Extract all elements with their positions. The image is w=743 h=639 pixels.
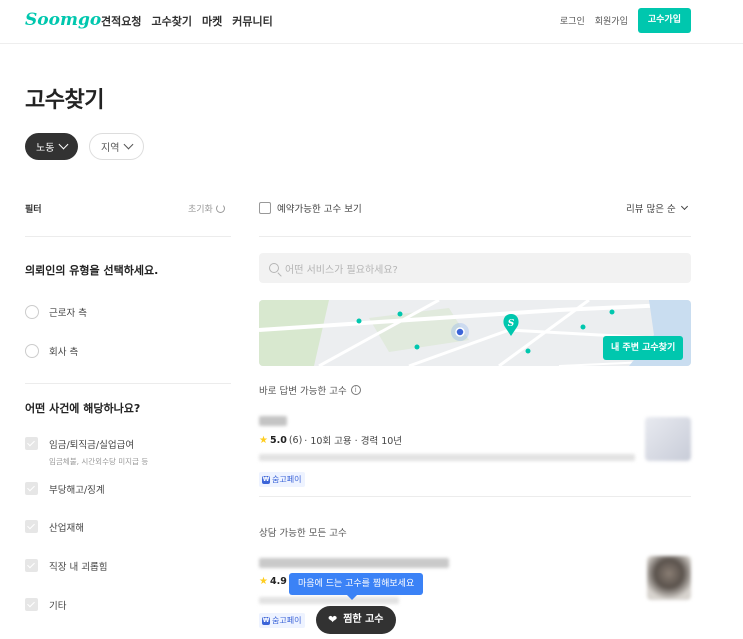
checkbox-label: 산업재해 [49,523,84,534]
category-chip-label: 노동 [36,143,55,154]
region-chip[interactable]: 지역 [89,133,145,160]
soomgo-logo[interactable]: Soomgo [25,10,101,30]
chevron-down-icon [58,139,69,150]
client-type-title: 의뢰인의 유형을 선택하세요. [25,264,159,277]
heart-icon: ❤ [328,613,338,626]
case-type-title: 어떤 사건에 해당하나요? [25,402,141,415]
divider [259,236,691,237]
pro-description-blurred [259,597,399,604]
category-chip[interactable]: 노동 [25,133,79,160]
refresh-icon [215,204,225,213]
checkbox[interactable] [259,202,271,214]
checkbox-label: 기타 [49,601,67,612]
checkbox[interactable] [25,598,38,611]
checkbox-label: 부당해고/징계 [49,485,105,496]
nav-community[interactable]: 커뮤니티 [232,13,272,29]
checkbox[interactable] [25,437,38,450]
search-placeholder: 어떤 서비스가 필요하세요? [285,264,398,276]
rating-value: 5.0 [269,434,287,446]
rating-value: 4.9 [269,576,287,587]
radio-label: 근로자 측 [49,308,87,319]
nav-market[interactable]: 마켓 [202,13,222,29]
quick-reply-label: 바로 답변 가능한 고수 i [259,383,361,397]
quick-reply-text: 바로 답변 가능한 고수 [259,386,347,397]
chevron-down-icon [680,202,688,211]
checkbox-text: 임금/퇴직금/실업급여 임금체불, 시간외수당 미지급 등 [49,437,148,467]
radio-company[interactable]: 회사 측 [25,344,78,358]
divider [259,496,691,497]
pro-signup-button[interactable]: 고수가입 [637,8,691,33]
pay-icon: ₩ [262,475,270,484]
pro-rating: ★ 4.9 ( [259,576,293,587]
pay-label: 숨고페이 [272,616,302,625]
sort-dropdown[interactable]: 리뷰 많은 순 [626,201,688,215]
pro-rating: ★ 5.0 (6) · 10회 고용 · 경력 10년 [259,433,403,448]
checkbox-sublabel: 임금체불, 시간외수당 미지급 등 [49,457,149,466]
pro-thumbnail[interactable] [645,417,691,461]
checkbox-label: 임금/퇴직금/실업급여 [49,440,135,451]
radio-worker[interactable]: 근로자 측 [25,305,87,319]
header-actions: 로그인 회원가입 고수가입 [560,8,691,33]
filter-title: 필터 [25,205,42,215]
star-icon: ★ [259,434,268,446]
radio-circle[interactable] [25,305,39,319]
checkbox[interactable] [25,482,38,495]
info-icon[interactable]: i [350,385,361,395]
radio-label: 회사 측 [49,347,79,358]
pro-meta: · 10회 고용 · 경력 10년 [304,436,403,447]
reset-label: 초기화 [188,205,213,215]
main-nav: 견적요청 고수찾기 마켓 커뮤니티 [101,13,273,29]
login-link[interactable]: 로그인 [560,14,585,27]
soomgo-pay-badge: ₩ 숨고페이 [259,613,306,628]
radio-circle[interactable] [25,344,39,358]
page-title: 고수찾기 [25,88,104,113]
soomgo-pay-badge: ₩ 숨고페이 [259,472,306,487]
region-chip-label: 지역 [101,143,120,154]
nav-request-quote[interactable]: 견적요청 [101,13,141,29]
review-count: (6) [288,434,303,446]
chevron-down-icon [123,139,134,150]
signup-link[interactable]: 회원가입 [595,14,628,27]
checkbox-industrial-accident[interactable]: 산업재해 [25,520,84,534]
checkbox[interactable] [25,520,38,533]
checkbox-label: 직장 내 괴롭힘 [49,562,108,573]
available-only-toggle[interactable]: 예약가능한 고수 보기 [259,201,362,215]
sort-label: 리뷰 많은 순 [626,204,676,215]
pay-label: 숨고페이 [272,475,302,484]
checkbox-wage[interactable]: 임금/퇴직금/실업급여 임금체불, 시간외수당 미지급 등 [25,437,148,467]
pay-icon: ₩ [262,616,270,625]
available-only-label: 예약가능한 고수 보기 [277,204,362,215]
favorites-label: 찜한 고수 [343,614,384,625]
all-pros-text: 상담 가능한 모든 고수 [259,528,347,539]
star-icon: ★ [259,576,268,587]
search-input[interactable]: 어떤 서비스가 필요하세요? [259,253,691,283]
favorites-tooltip: 마음에 드는 고수를 찜해보세요 [289,573,424,600]
all-pros-label: 상담 가능한 모든 고수 [259,525,347,539]
checkbox-dismissal[interactable]: 부당해고/징계 [25,482,105,496]
pro-description-blurred [259,454,635,461]
svg-text:S: S [508,319,515,329]
pro-name-blurred [259,416,287,426]
top-header: Soomgo 견적요청 고수찾기 마켓 커뮤니티 로그인 회원가입 고수가입 [0,0,743,44]
checkbox[interactable] [25,559,38,572]
pro-thumbnail[interactable] [647,556,691,600]
favorites-button[interactable]: ❤ 찜한 고수 [316,606,396,634]
pro-name-blurred [259,558,449,568]
checkbox-harassment[interactable]: 직장 내 괴롭힘 [25,559,107,573]
nearby-pros-button[interactable]: 내 주변 고수찾기 [603,336,684,360]
search-icon [269,263,279,273]
divider [25,236,231,237]
checkbox-other[interactable]: 기타 [25,598,66,612]
reset-filter-button[interactable]: 초기화 [188,202,225,215]
divider [25,383,231,384]
nav-find-pros[interactable]: 고수찾기 [151,13,191,29]
